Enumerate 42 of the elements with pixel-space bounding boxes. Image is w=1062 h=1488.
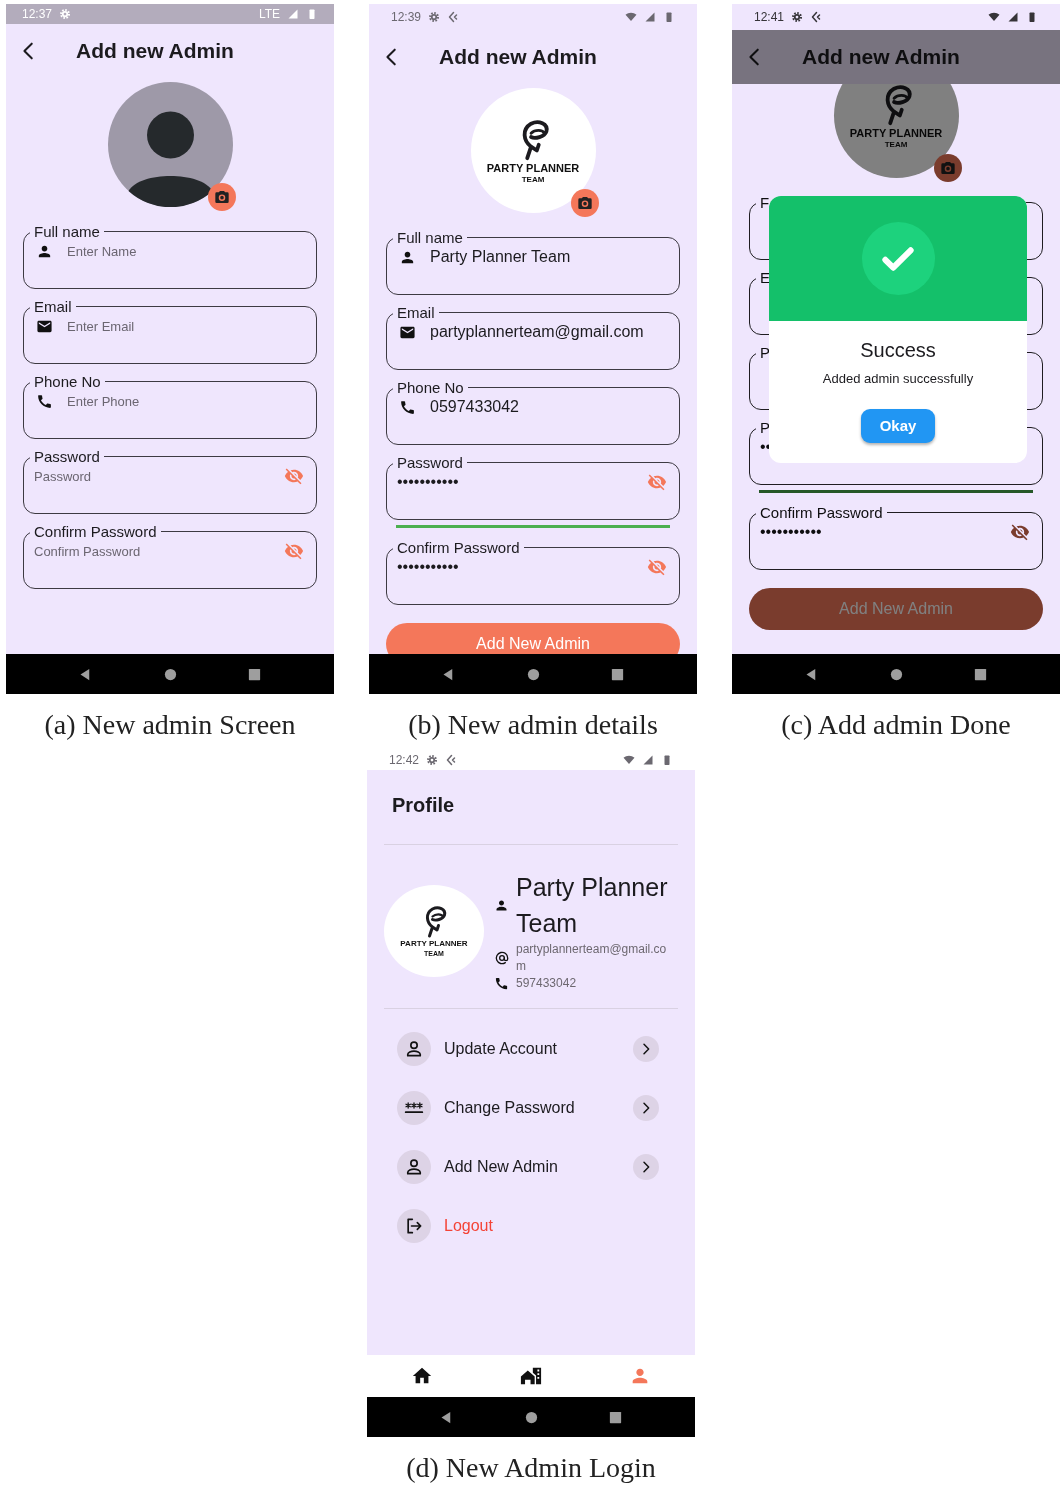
status-time: 12:41 <box>754 9 785 26</box>
field-label: Phone No <box>33 374 102 389</box>
menu-label: Change Password <box>444 1097 576 1118</box>
menu-label: Logout <box>444 1215 494 1236</box>
field-label: Confirm Password <box>33 524 158 539</box>
figure-caption: (c) Add admin Done <box>781 708 1011 742</box>
logo-text: PARTY PLANNER <box>400 939 468 949</box>
page-title: Add new Admin <box>802 44 960 71</box>
dialog-title: Success <box>860 338 936 362</box>
menu-label: Add New Admin <box>444 1156 559 1177</box>
logo-text: PARTY PLANNER <box>849 126 943 140</box>
network-label: LTE <box>258 6 280 23</box>
field-label: Full name <box>396 230 464 245</box>
menu-label: Update Account <box>444 1038 558 1059</box>
field-label: Email <box>33 299 73 314</box>
status-time: 12:39 <box>391 9 422 26</box>
field-label: Confirm Password <box>396 540 521 555</box>
profile-phone: 597433042 <box>516 975 578 992</box>
field-label: E <box>759 270 771 285</box>
profile-name: Party Planner Team <box>516 872 669 939</box>
field-label: P <box>759 420 771 435</box>
page-title: Profile <box>391 793 456 818</box>
figure-caption: (a) New admin Screen <box>44 708 296 742</box>
page-title: Add new Admin <box>76 38 234 65</box>
field-label: Confirm Password <box>759 505 884 520</box>
status-time: 12:37 <box>22 6 53 23</box>
figure-caption: (d) New Admin Login <box>406 1451 656 1485</box>
status-time: 12:42 <box>389 752 420 769</box>
field-label: Full name <box>33 224 101 239</box>
page-title: Add new Admin <box>439 44 597 71</box>
field-label: F <box>759 195 771 210</box>
profile-email: partyplannerteam@gmail.com <box>516 941 668 975</box>
field-label: Password <box>33 449 101 464</box>
logo-subtext: TEAM <box>521 174 545 186</box>
dialog-message: Added admin successfully <box>822 370 974 388</box>
field-label: P <box>759 345 771 360</box>
figure-caption: (b) New admin details <box>408 708 658 742</box>
field-label: Phone No <box>396 380 465 395</box>
field-label: Email <box>396 305 436 320</box>
field-label: Password <box>396 455 464 470</box>
logo-text: PARTY PLANNER <box>486 161 580 175</box>
logo-subtext: TEAM <box>884 139 908 151</box>
